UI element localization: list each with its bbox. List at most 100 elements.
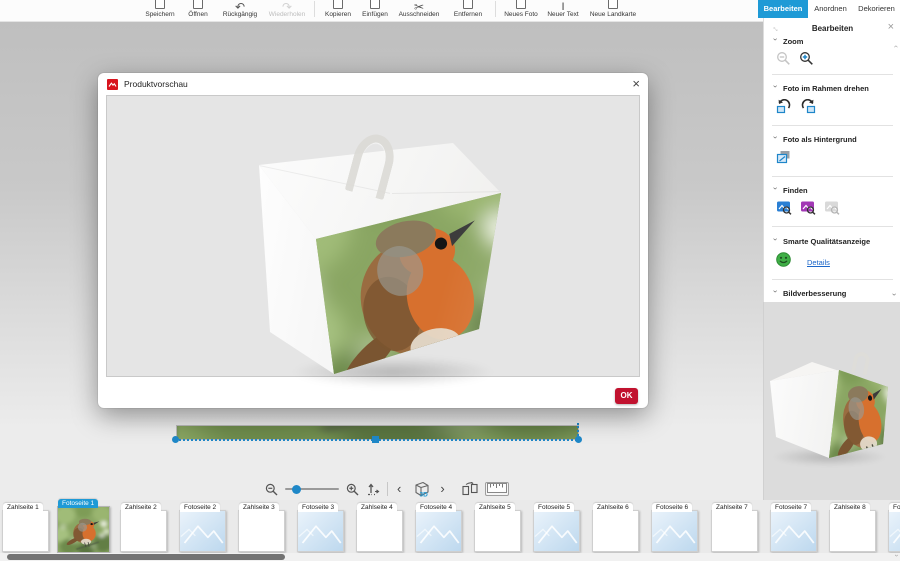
copy-button[interactable]: Kopieren: [319, 0, 357, 18]
chevron-down-icon: ›: [771, 136, 780, 143]
filmstrip-page-zahlseite-4[interactable]: Zahlseite 4: [356, 510, 403, 552]
dialog-close-icon[interactable]: ×: [632, 75, 640, 93]
scroll-up-icon[interactable]: ›: [891, 45, 900, 48]
paste-button[interactable]: Einfügen: [357, 0, 393, 18]
trash-icon: [445, 0, 491, 10]
section-rotate[interactable]: › Foto im Rahmen drehen: [772, 84, 869, 93]
rotate-left-button[interactable]: [776, 99, 792, 119]
toolbar-separator: [387, 482, 388, 496]
filmstrip-page-zahlseite-5[interactable]: Zahlseite 5: [474, 510, 521, 552]
filmstrip-page-fotoseite-2[interactable]: Fotoseite 2: [179, 510, 226, 552]
page-label[interactable]: Fotoseite 2: [180, 503, 220, 512]
section-quality[interactable]: › Smarte Qualitätsanzeige: [772, 237, 870, 246]
save-button[interactable]: Speichern: [140, 0, 180, 18]
page-label[interactable]: Fotoseite 3: [298, 503, 338, 512]
zoom-out-button[interactable]: [265, 483, 278, 496]
zoom-in-button[interactable]: [799, 51, 814, 71]
page-arrangement-button[interactable]: [462, 482, 478, 496]
filmstrip-page-fotoseite-6[interactable]: Fotoseite 6: [651, 510, 698, 552]
ruler-toggle-button[interactable]: [485, 482, 509, 496]
page-label[interactable]: Zahlseite 1: [3, 503, 43, 512]
text-cursor-icon: I: [542, 0, 584, 10]
filmstrip-page-zahlseite-6[interactable]: Zahlseite 6: [592, 510, 639, 552]
page-label[interactable]: Fotoseite 8: [889, 503, 900, 512]
rotate-buttons-row: [776, 99, 816, 119]
fit-page-button[interactable]: [366, 482, 380, 496]
scrollbar-thumb[interactable]: [7, 554, 285, 560]
preview-box-handle: [850, 350, 880, 376]
rotate-left-icon: [776, 99, 792, 114]
dialog-titlebar[interactable]: Produktvorschau ×: [98, 73, 648, 95]
section-background[interactable]: › Foto als Hintergrund: [772, 135, 857, 144]
product-3d-box[interactable]: [248, 126, 518, 386]
page-label[interactable]: Zahlseite 7: [712, 503, 752, 512]
page-label[interactable]: Fotoseite 7: [771, 503, 811, 512]
section-find[interactable]: › Finden: [772, 186, 808, 195]
delete-button[interactable]: Entfernen: [445, 0, 491, 18]
cut-button[interactable]: ✂ Ausschneiden: [393, 0, 445, 18]
previous-page-button[interactable]: ‹: [395, 482, 403, 496]
zoom-slider-knob[interactable]: [292, 485, 301, 494]
section-improve[interactable]: › Bildverbesserung: [772, 289, 846, 298]
placeholder-thumbnail: [180, 511, 225, 551]
new-photo-button[interactable]: Neues Foto: [500, 0, 542, 18]
filmstrip-page-fotoseite-8[interactable]: Fotoseite 8: [888, 510, 900, 552]
undo-button[interactable]: ↶ Rückgängig: [216, 0, 264, 18]
new-map-button[interactable]: Neue Landkarte: [584, 0, 642, 18]
filmstrip-page-zahlseite-1[interactable]: Zahlseite 1: [2, 510, 49, 552]
filmstrip-page-zahlseite-8[interactable]: Zahlseite 8: [829, 510, 876, 552]
produktvorschau-dialog: Produktvorschau × OK: [98, 73, 648, 408]
paste-icon: [357, 0, 393, 10]
photo-as-background-button[interactable]: [776, 150, 792, 170]
page-label[interactable]: Zahlseite 8: [830, 503, 870, 512]
rotate-right-button[interactable]: [800, 99, 816, 119]
filmstrip-page-zahlseite-2[interactable]: Zahlseite 2: [120, 510, 167, 552]
page-label[interactable]: Fotoseite 6: [652, 503, 692, 512]
horizontal-scrollbar[interactable]: ›: [0, 553, 900, 561]
page-label[interactable]: Fotoseite 5: [534, 503, 574, 512]
tab-bearbeiten[interactable]: Bearbeiten: [758, 0, 808, 18]
scroll-right-icon[interactable]: ›: [892, 554, 899, 556]
page-label[interactable]: Fotoseite 1: [58, 499, 98, 508]
selection-handle-bottom-right[interactable]: [575, 436, 582, 443]
photo-background-icon: [776, 150, 792, 165]
filmstrip-page-fotoseite-7[interactable]: Fotoseite 7: [770, 510, 817, 552]
filmstrip-page-fotoseite-1[interactable]: Fotoseite 1: [57, 506, 110, 553]
redo-button: ↷ Wiederholen: [264, 0, 310, 18]
tab-dekorieren[interactable]: Dekorieren: [853, 0, 900, 18]
quality-details-link[interactable]: Details: [807, 258, 830, 267]
filmstrip-page-zahlseite-3[interactable]: Zahlseite 3: [238, 510, 285, 552]
new-text-button[interactable]: I Neuer Text: [542, 0, 584, 18]
open-button[interactable]: Öffnen: [180, 0, 216, 18]
page-label[interactable]: Zahlseite 6: [593, 503, 633, 512]
panel-close-icon[interactable]: ×: [888, 21, 894, 33]
zoom-out-icon: [265, 483, 278, 496]
tab-anordnen[interactable]: Anordnen: [808, 0, 853, 18]
filmstrip-page-zahlseite-7[interactable]: Zahlseite 7: [711, 510, 758, 552]
page-label[interactable]: Zahlseite 4: [357, 503, 397, 512]
page-label[interactable]: Zahlseite 5: [475, 503, 515, 512]
filmstrip-page-fotoseite-4[interactable]: Fotoseite 4: [415, 510, 462, 552]
section-zoom[interactable]: › Zoom: [772, 37, 803, 46]
placeholder-thumbnail: [889, 511, 900, 551]
app-logo: [107, 79, 118, 90]
page-label[interactable]: Zahlseite 3: [239, 503, 279, 512]
page-label[interactable]: Zahlseite 2: [121, 503, 161, 512]
next-page-button[interactable]: ›: [438, 482, 446, 496]
preview-3d-viewport[interactable]: [106, 95, 640, 377]
zoom-slider[interactable]: [285, 483, 339, 495]
page-label[interactable]: Fotoseite 4: [416, 503, 456, 512]
filmstrip-page-fotoseite-3[interactable]: Fotoseite 3: [297, 510, 344, 552]
selection-handle-bottom-left[interactable]: [172, 436, 179, 443]
ok-button[interactable]: OK: [615, 388, 638, 404]
filmstrip-page-fotoseite-5[interactable]: Fotoseite 5: [533, 510, 580, 552]
rotate-right-icon: [800, 99, 816, 114]
selection-handle-bottom-center[interactable]: [372, 436, 379, 443]
scroll-down-icon[interactable]: ›: [890, 293, 899, 296]
product-preview-3d-button[interactable]: 3D: [410, 481, 431, 498]
find-photo-purple-button[interactable]: [800, 200, 816, 220]
save-icon: [140, 0, 180, 10]
svg-text:3D: 3D: [420, 491, 429, 498]
find-photo-blue-button[interactable]: [776, 200, 792, 220]
zoom-in-button[interactable]: [346, 483, 359, 496]
